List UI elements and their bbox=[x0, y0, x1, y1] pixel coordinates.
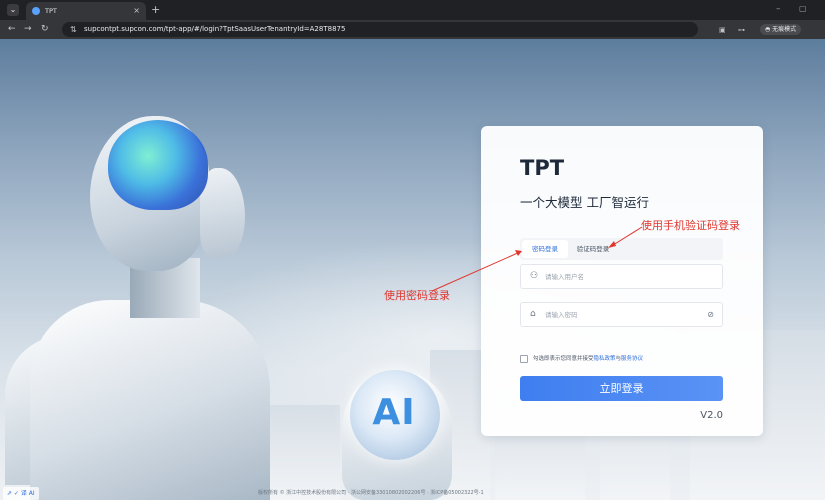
translate-icon[interactable]: ▣ bbox=[719, 24, 726, 37]
site-info-icon[interactable]: ⇅ bbox=[70, 23, 77, 36]
privacy-policy-link[interactable]: 隐私政策 bbox=[594, 356, 616, 362]
browser-tab[interactable]: TPT × bbox=[26, 2, 146, 20]
brand-title: TPT bbox=[520, 156, 565, 180]
login-card: TPT 一个大模型 工厂智运行 密码登录 验证码登录 ⚇ ⌂ ⊘ 勾选即表示您同… bbox=[481, 126, 763, 436]
forward-icon[interactable]: → bbox=[24, 23, 32, 36]
robot-torso-illustration bbox=[30, 300, 270, 500]
agreement-checkbox[interactable] bbox=[520, 355, 528, 363]
annotation-sms-login: 使用手机验证码登录 bbox=[641, 219, 740, 232]
user-icon: ⚇ bbox=[530, 271, 539, 281]
annotation-password-login: 使用密码登录 bbox=[384, 289, 450, 302]
city-building bbox=[260, 405, 340, 500]
slogan: 一个大模型 工厂智运行 bbox=[520, 195, 649, 210]
eye-off-icon[interactable]: ⊘ bbox=[707, 308, 714, 321]
service-agreement-link[interactable]: 服务协议 bbox=[621, 356, 643, 362]
browser-tab-bar: ⌄ TPT × + – ▢ bbox=[0, 0, 825, 20]
incognito-label: 无痕模式 bbox=[772, 26, 797, 33]
footer-copyright: 版权所有 © 浙江中控技术股份有限公司 · 浙公网安备3301080200220… bbox=[258, 490, 484, 496]
address-bar[interactable]: ⇅ supcontpt.supcon.com/tpt-app/#/login?T… bbox=[62, 22, 768, 37]
password-input[interactable] bbox=[545, 306, 705, 323]
tab-sms-login[interactable]: 验证码登录 bbox=[570, 240, 616, 258]
login-method-tabs: 密码登录 验证码登录 bbox=[520, 238, 723, 260]
password-key-icon[interactable]: ⊶ bbox=[738, 24, 745, 37]
version-label: V2.0 bbox=[700, 410, 723, 421]
tab-close-icon[interactable]: × bbox=[133, 5, 140, 17]
browser-toolbar: ← → ↻ ⇅ supcontpt.supcon.com/tpt-app/#/l… bbox=[0, 20, 825, 39]
window-minimize-button[interactable]: – bbox=[776, 3, 781, 15]
agreement-prefix: 勾选即表示您同意并接受 bbox=[533, 356, 594, 362]
tab-favicon-icon bbox=[32, 7, 40, 15]
username-input[interactable] bbox=[545, 268, 705, 285]
incognito-badge[interactable]: ◓ 无痕模式 bbox=[760, 24, 802, 35]
new-tab-button[interactable]: + bbox=[151, 3, 160, 17]
window-restore-button[interactable]: ▢ bbox=[799, 3, 807, 15]
password-field[interactable]: ⌂ ⊘ bbox=[520, 302, 723, 327]
floating-tools[interactable]: ⇗ ✓ 译 AI bbox=[3, 487, 39, 500]
tab-password-login[interactable]: 密码登录 bbox=[522, 240, 568, 258]
robot-brain-illustration bbox=[108, 120, 208, 210]
address-url[interactable]: supcontpt.supcon.com/tpt-app/#/login?Tpt… bbox=[84, 23, 345, 36]
agreement-text: 勾选即表示您同意并接受隐私政策与服务协议 bbox=[533, 354, 643, 364]
page-footer: ⇗ ✓ 译 AI 版权所有 © 浙江中控技术股份有限公司 · 浙公网安备3301… bbox=[0, 487, 825, 500]
back-icon[interactable]: ← bbox=[8, 23, 16, 36]
tab-title: TPT bbox=[45, 7, 57, 15]
ai-orb-text: AI bbox=[372, 392, 416, 433]
lock-icon: ⌂ bbox=[530, 309, 536, 319]
tab-search-button[interactable]: ⌄ bbox=[7, 4, 19, 16]
agreement-row: 勾选即表示您同意并接受隐私政策与服务协议 bbox=[520, 354, 750, 366]
reload-icon[interactable]: ↻ bbox=[41, 23, 49, 36]
login-button[interactable]: 立即登录 bbox=[520, 376, 723, 401]
username-field[interactable]: ⚇ bbox=[520, 264, 723, 289]
